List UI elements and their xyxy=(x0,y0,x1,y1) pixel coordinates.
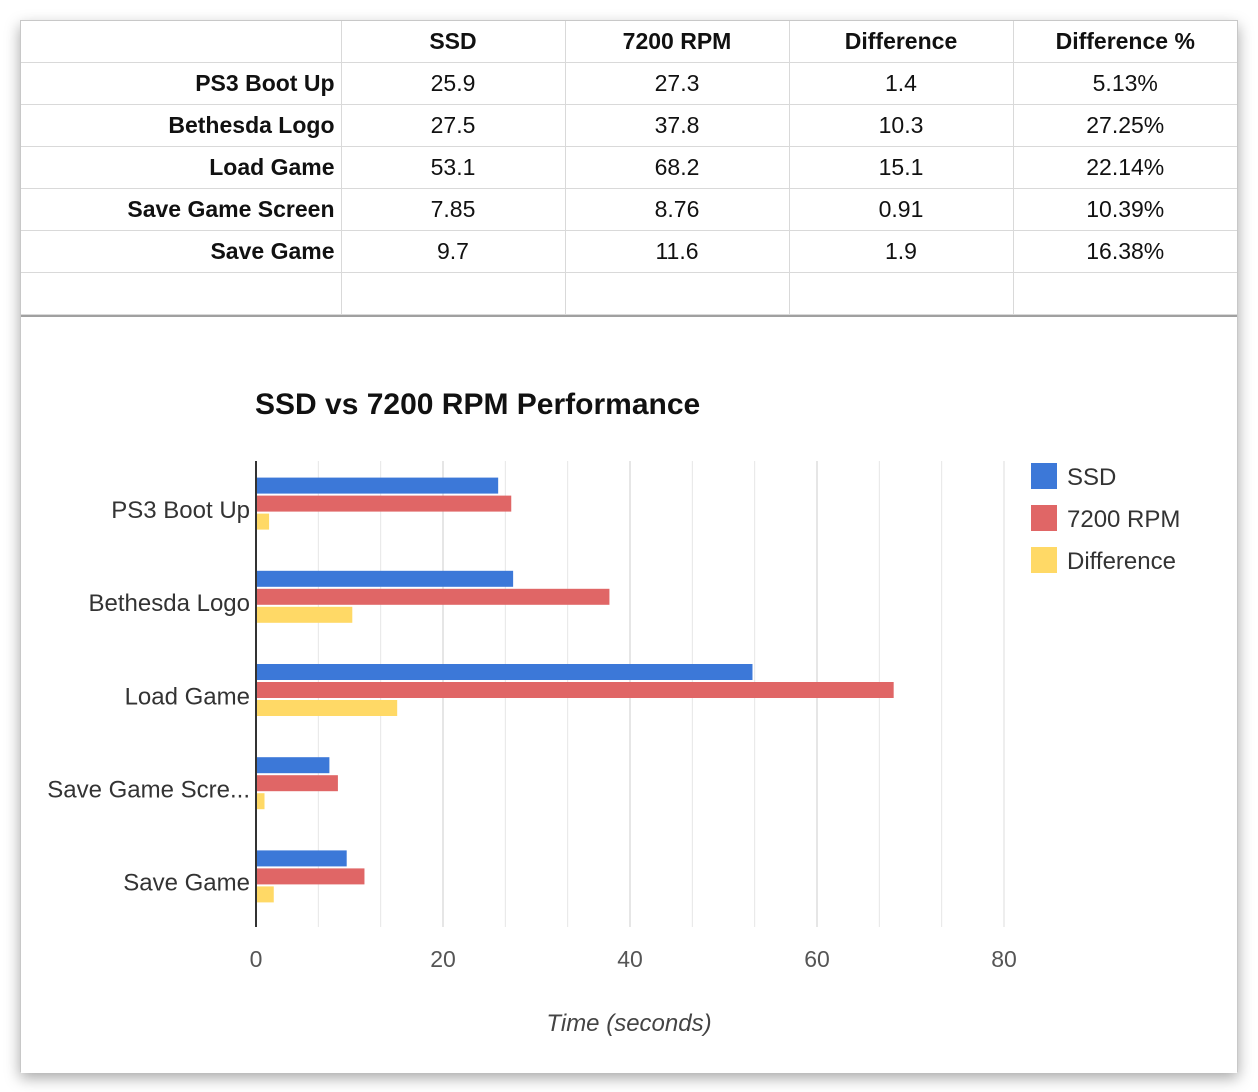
header-cell-empty[interactable] xyxy=(21,21,342,63)
legend: SSD 7200 RPM Difference xyxy=(1031,463,1180,575)
spreadsheet-frame: SSD 7200 RPM Difference Difference % PS3 Boo… xyxy=(20,20,1238,1073)
data-table: SSD 7200 RPM Difference Difference % PS3 Boo… xyxy=(21,21,1237,315)
legend-label[interactable]: 7200 RPM xyxy=(1067,506,1180,533)
column-header[interactable]: 7200 RPM xyxy=(564,21,790,63)
difference-pct-cell[interactable]: 22.14% xyxy=(1012,146,1237,189)
bar-ssd[interactable] xyxy=(257,477,499,494)
bar-ssd[interactable] xyxy=(257,850,347,867)
chart-container[interactable]: SSD vs 7200 RPM Performance PS3 Boot Up B… xyxy=(21,315,1237,1073)
ssd-cell[interactable]: 9.7 xyxy=(340,230,566,273)
bar-7200-rpm[interactable] xyxy=(257,682,894,698)
category-label: Bethesda Logo xyxy=(89,590,250,617)
difference-cell[interactable]: 0.91 xyxy=(788,188,1014,231)
row-label[interactable]: Bethesda Logo xyxy=(21,104,342,147)
ssd-cell[interactable]: 27.5 xyxy=(340,104,566,147)
difference-pct-cell[interactable]: 27.25% xyxy=(1012,104,1237,147)
difference-cell[interactable]: 1.4 xyxy=(788,62,1014,105)
x-tick-label: 80 xyxy=(991,946,1017,972)
bar-difference[interactable] xyxy=(257,700,398,716)
column-header[interactable]: SSD xyxy=(340,21,566,63)
column-header[interactable]: Difference xyxy=(788,21,1014,63)
bar-7200-rpm[interactable] xyxy=(257,588,610,605)
table-row: Load Game 53.1 68.2 15.1 22.14% xyxy=(21,146,1237,189)
bar-ssd[interactable] xyxy=(257,757,330,774)
category-label: Save Game xyxy=(123,870,250,897)
x-axis-title: Time (seconds) xyxy=(546,1010,711,1037)
x-tick-label: 0 xyxy=(250,946,263,972)
table-row: Save Game Screen 7.85 8.76 0.91 10.39% xyxy=(21,188,1237,231)
row-label[interactable]: Save Game xyxy=(21,230,342,273)
ssd-cell[interactable]: 25.9 xyxy=(340,62,566,105)
bar-7200-rpm[interactable] xyxy=(257,868,365,885)
rpm-cell[interactable]: 68.2 xyxy=(564,146,790,189)
legend-swatch xyxy=(1031,463,1057,489)
difference-pct-cell[interactable]: 5.13% xyxy=(1012,62,1237,105)
category-label: PS3 Boot Up xyxy=(111,497,250,524)
bar-difference[interactable] xyxy=(257,793,265,810)
ssd-cell[interactable]: 7.85 xyxy=(340,188,566,231)
category-label: Save Game Scre... xyxy=(47,777,250,804)
row-label[interactable]: PS3 Boot Up xyxy=(21,62,342,105)
x-tick-labels: 0 20 40 60 80 xyxy=(250,946,1017,972)
table-row: PS3 Boot Up 25.9 27.3 1.4 5.13% xyxy=(21,62,1237,105)
bars xyxy=(257,477,894,903)
x-tick-label: 60 xyxy=(804,946,830,972)
table-header-row: SSD 7200 RPM Difference Difference % xyxy=(21,21,1237,63)
category-labels: PS3 Boot Up Bethesda Logo Load Game Save Ga… xyxy=(47,497,250,897)
difference-cell[interactable]: 1.9 xyxy=(788,230,1014,273)
x-tick-label: 40 xyxy=(617,946,643,972)
column-header[interactable]: Difference % xyxy=(1012,21,1237,63)
difference-pct-cell[interactable]: 16.38% xyxy=(1012,230,1237,273)
bar-7200-rpm[interactable] xyxy=(257,495,512,512)
bar-ssd[interactable] xyxy=(257,664,753,680)
ssd-cell[interactable]: 53.1 xyxy=(340,146,566,189)
bar-chart: SSD vs 7200 RPM Performance PS3 Boot Up B… xyxy=(47,388,1180,1037)
table-row: Bethesda Logo 27.5 37.8 10.3 27.25% xyxy=(21,104,1237,147)
bar-difference[interactable] xyxy=(257,513,270,530)
empty-cell[interactable] xyxy=(564,272,790,315)
legend-label[interactable]: SSD xyxy=(1067,464,1116,491)
legend-label[interactable]: Difference xyxy=(1067,548,1176,575)
row-label[interactable]: Load Game xyxy=(21,146,342,189)
rpm-cell[interactable]: 37.8 xyxy=(564,104,790,147)
bar-7200-rpm[interactable] xyxy=(257,775,338,792)
rpm-cell[interactable]: 11.6 xyxy=(564,230,790,273)
bar-difference[interactable] xyxy=(257,606,353,623)
rpm-cell[interactable]: 8.76 xyxy=(564,188,790,231)
table-row: Save Game 9.7 11.6 1.9 16.38% xyxy=(21,230,1237,273)
difference-pct-cell[interactable]: 10.39% xyxy=(1012,188,1237,231)
empty-cell[interactable] xyxy=(788,272,1014,315)
empty-cell[interactable] xyxy=(1012,272,1237,315)
x-tick-label: 20 xyxy=(430,946,456,972)
table-row-empty xyxy=(21,272,1237,315)
difference-cell[interactable]: 10.3 xyxy=(788,104,1014,147)
empty-cell[interactable] xyxy=(21,272,342,315)
legend-swatch xyxy=(1031,505,1057,531)
rpm-cell[interactable]: 27.3 xyxy=(564,62,790,105)
difference-cell[interactable]: 15.1 xyxy=(788,146,1014,189)
bar-ssd[interactable] xyxy=(257,570,514,587)
chart-title: SSD vs 7200 RPM Performance xyxy=(255,388,700,421)
empty-cell[interactable] xyxy=(340,272,566,315)
row-label[interactable]: Save Game Screen xyxy=(21,188,342,231)
legend-swatch xyxy=(1031,547,1057,573)
bar-difference[interactable] xyxy=(257,886,274,903)
category-label: Load Game xyxy=(125,683,250,710)
